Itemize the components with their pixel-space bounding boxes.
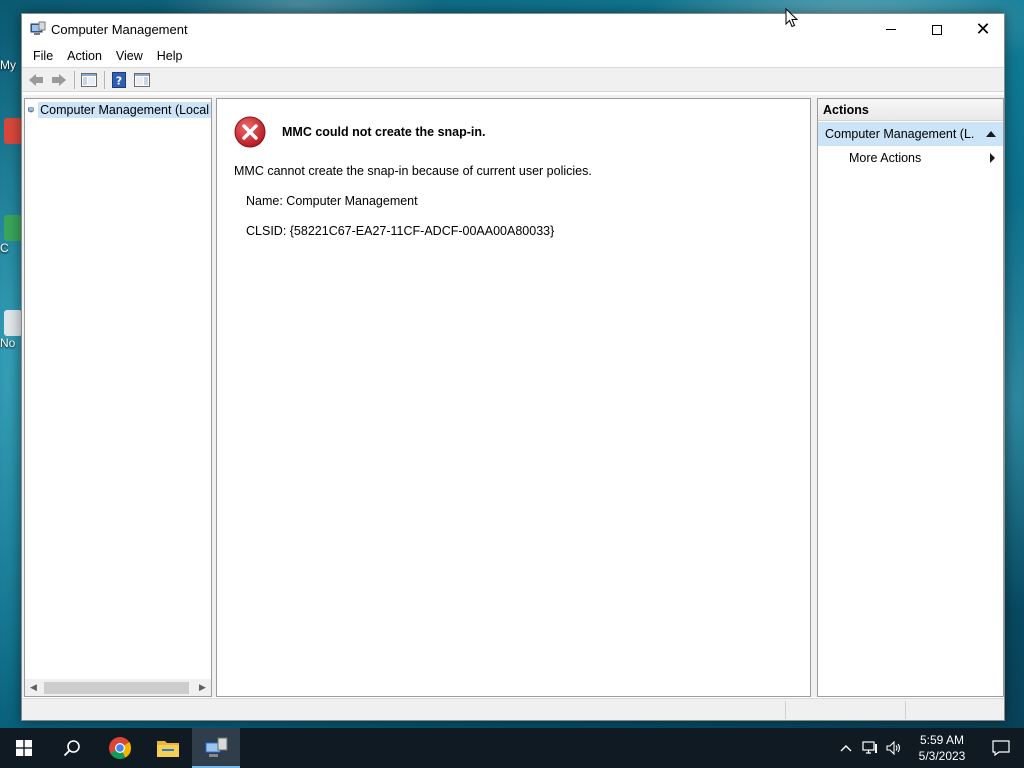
error-message: MMC cannot create the snap-in because of… bbox=[234, 164, 592, 178]
menu-view[interactable]: View bbox=[109, 46, 150, 66]
taskbar-computer-management[interactable] bbox=[192, 728, 240, 768]
back-arrow-icon bbox=[29, 73, 43, 86]
result-pane: MMC could not create the snap-in. MMC ca… bbox=[216, 98, 811, 697]
desktop-icon-label: My bbox=[0, 58, 16, 72]
close-icon: ✕ bbox=[975, 18, 991, 40]
search-icon bbox=[63, 740, 80, 757]
desktop-icon-c[interactable]: C bbox=[0, 215, 22, 255]
forward-arrow-icon bbox=[52, 73, 66, 86]
start-button[interactable] bbox=[0, 728, 48, 768]
title-bar[interactable]: Computer Management ✕ bbox=[22, 14, 1004, 45]
toolbar-separator bbox=[104, 70, 105, 89]
notepad-icon bbox=[4, 310, 22, 336]
windows-logo-icon bbox=[16, 740, 32, 756]
computer-management-icon bbox=[204, 737, 228, 757]
clock-date: 5/3/2023 bbox=[918, 749, 966, 763]
menu-help[interactable]: Help bbox=[150, 46, 190, 66]
error-clsid: CLSID: {58221C67-EA27-11CF-ADCF-00AA00A8… bbox=[246, 224, 555, 238]
forward-button[interactable] bbox=[48, 70, 70, 90]
back-button[interactable] bbox=[25, 70, 47, 90]
desktop-icon-label: C bbox=[0, 241, 9, 255]
desktop-icon-chrome[interactable] bbox=[0, 118, 22, 144]
network-icon bbox=[862, 741, 877, 754]
show-hide-action-pane-button[interactable] bbox=[131, 70, 153, 90]
scroll-right-icon[interactable]: ▶ bbox=[194, 679, 211, 696]
horizontal-scrollbar[interactable]: ◀ ▶ bbox=[25, 679, 211, 696]
error-snapin-name: Name: Computer Management bbox=[246, 194, 418, 208]
show-hide-console-tree-button[interactable] bbox=[78, 70, 100, 90]
taskbar-chrome[interactable] bbox=[96, 728, 144, 768]
console-tree-icon bbox=[81, 72, 97, 87]
mouse-cursor-icon bbox=[785, 8, 798, 28]
desktop-icon-label: No bbox=[0, 336, 16, 350]
toolbar-separator bbox=[74, 70, 75, 89]
actions-section-label: Computer Management (L... bbox=[825, 127, 975, 141]
maximize-button[interactable] bbox=[914, 14, 960, 45]
actions-header: Actions bbox=[818, 99, 1003, 121]
minimize-icon bbox=[886, 29, 896, 30]
help-button[interactable]: ? bbox=[108, 70, 130, 90]
menu-file[interactable]: File bbox=[26, 46, 60, 66]
clock[interactable]: 5:59 AM 5/3/2023 bbox=[906, 732, 978, 764]
network-button[interactable] bbox=[858, 728, 882, 768]
desktop-icon-my-computer[interactable]: My bbox=[0, 58, 22, 72]
show-hidden-icons-button[interactable] bbox=[834, 728, 858, 768]
menu-action[interactable]: Action bbox=[60, 46, 109, 66]
chevron-up-icon bbox=[840, 745, 852, 752]
error-title: MMC could not create the snap-in. bbox=[282, 125, 486, 139]
scrollbar-thumb[interactable] bbox=[44, 681, 189, 694]
taskbar: 5:59 AM 5/3/2023 bbox=[0, 728, 1024, 768]
help-icon: ? bbox=[112, 71, 126, 88]
computer-management-icon bbox=[28, 107, 34, 113]
toolbar: ? bbox=[22, 67, 1004, 92]
volume-button[interactable] bbox=[882, 728, 906, 768]
speaker-icon bbox=[886, 741, 901, 755]
actions-section-computer-management[interactable]: Computer Management (L... bbox=[818, 122, 1003, 146]
clock-time: 5:59 AM bbox=[919, 733, 965, 747]
computer-management-window: Computer Management ✕ File Action View H… bbox=[21, 13, 1005, 721]
collapse-up-icon[interactable] bbox=[986, 131, 996, 137]
maximize-icon bbox=[932, 24, 942, 35]
action-item-label: More Actions bbox=[849, 151, 922, 165]
error-icon bbox=[234, 116, 266, 148]
status-bar bbox=[22, 698, 1004, 720]
app-icon bbox=[4, 215, 22, 241]
window-title: Computer Management bbox=[51, 22, 188, 37]
computer-management-icon bbox=[30, 21, 46, 35]
action-pane-icon bbox=[134, 72, 150, 87]
menu-bar: File Action View Help bbox=[22, 45, 1004, 67]
action-more-actions[interactable]: More Actions bbox=[818, 146, 1003, 170]
scroll-left-icon[interactable]: ◀ bbox=[25, 679, 42, 696]
svg-text:?: ? bbox=[116, 74, 122, 87]
tree-item-computer-management[interactable]: Computer Management (Local bbox=[28, 101, 211, 119]
desktop-icon-notepad[interactable]: No bbox=[0, 310, 22, 350]
taskbar-file-explorer[interactable] bbox=[144, 728, 192, 768]
console-tree-pane: Computer Management (Local ◀ ▶ bbox=[24, 98, 212, 697]
actions-pane: Actions Computer Management (L... More A… bbox=[817, 98, 1004, 697]
tree-item-label: Computer Management (Local bbox=[38, 102, 211, 118]
content-area: Computer Management (Local ◀ ▶ MMC could… bbox=[22, 95, 1004, 697]
chrome-icon bbox=[4, 118, 22, 144]
action-center-button[interactable] bbox=[978, 728, 1024, 768]
close-button[interactable]: ✕ bbox=[960, 14, 1006, 45]
search-button[interactable] bbox=[48, 728, 96, 768]
folder-icon bbox=[157, 741, 179, 757]
submenu-arrow-icon bbox=[990, 153, 995, 163]
minimize-button[interactable] bbox=[868, 14, 914, 45]
notification-icon bbox=[992, 740, 1010, 756]
status-segment bbox=[905, 701, 906, 719]
status-segment bbox=[785, 701, 786, 719]
system-tray: 5:59 AM 5/3/2023 bbox=[834, 728, 1024, 768]
chrome-icon bbox=[109, 737, 132, 759]
